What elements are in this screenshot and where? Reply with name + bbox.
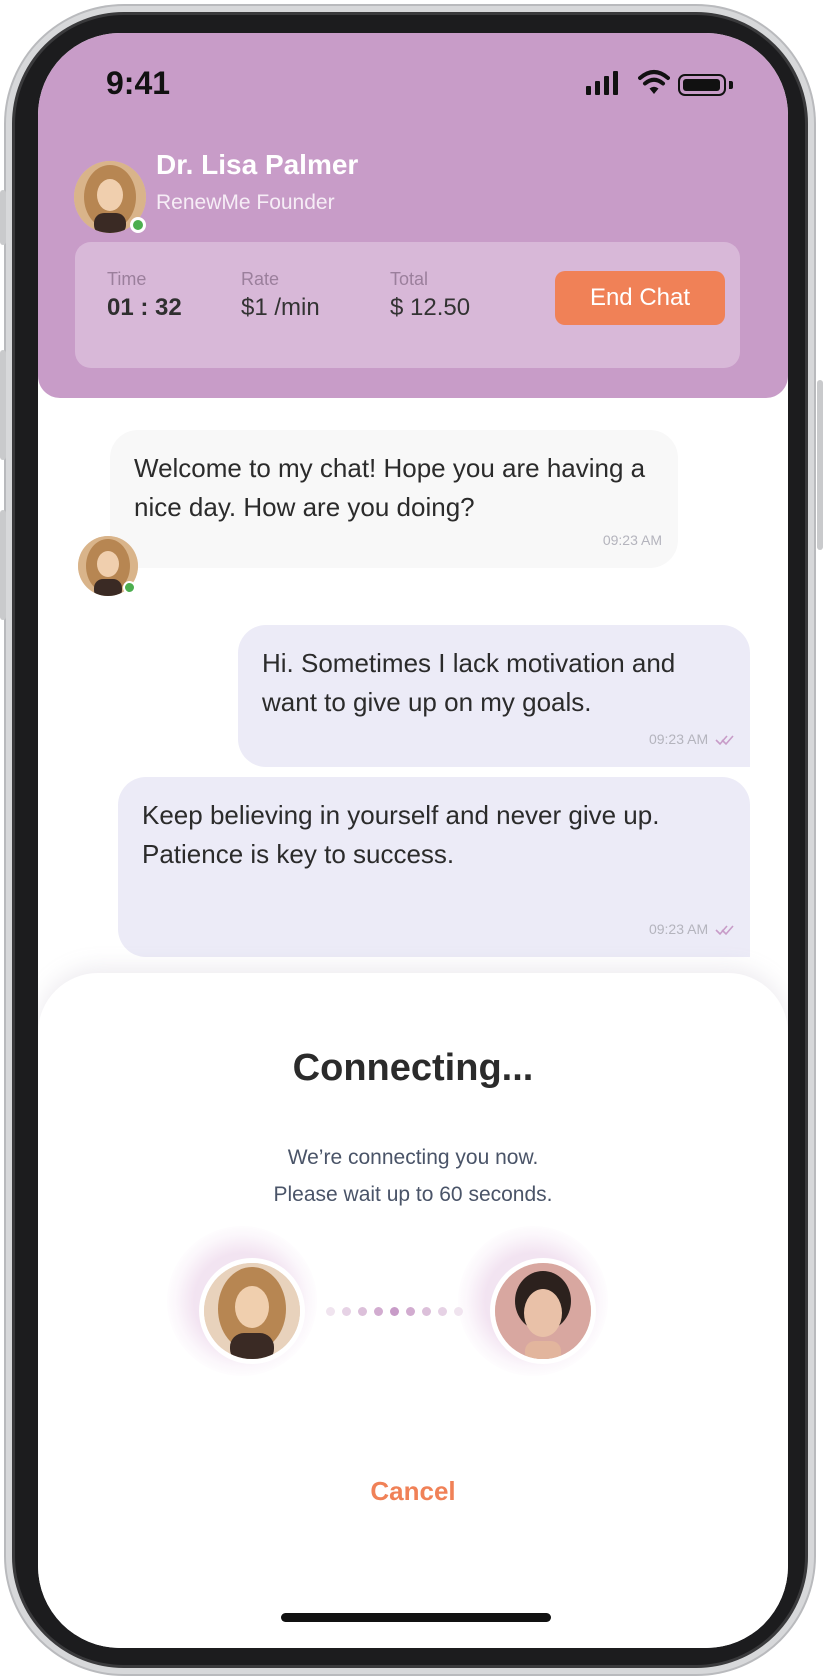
- online-status-dot: [123, 581, 136, 594]
- message-bubble-user: Hi. Sometimes I lack motivation and want…: [238, 625, 750, 767]
- end-chat-button[interactable]: End Chat: [555, 271, 725, 325]
- status-time: 9:41: [106, 65, 171, 101]
- battery-icon: [678, 74, 726, 96]
- volume-up-button: [0, 350, 6, 460]
- mute-switch: [0, 190, 6, 245]
- message-bubble-doctor: Welcome to my chat! Hope you are having …: [110, 430, 678, 568]
- session-stats-card: Time 01 : 32 Rate $1 /min Total $ 12.50 …: [75, 242, 740, 368]
- total-label: Total: [390, 269, 429, 289]
- volume-down-button: [0, 510, 6, 620]
- power-button: [817, 380, 823, 550]
- message-bubble-user: Keep believing in yourself and never giv…: [118, 777, 750, 957]
- message-time: 09:23 AM: [649, 720, 734, 759]
- home-indicator[interactable]: [281, 1613, 551, 1622]
- total-value: $ 12.50: [390, 294, 471, 321]
- status-icons: [586, 69, 736, 99]
- connecting-wait-note: Please wait up to 60 seconds.: [273, 1183, 553, 1206]
- double-check-icon: [715, 925, 734, 936]
- time-value: 01 : 32: [107, 294, 182, 321]
- rate-value: $1 /min: [241, 294, 320, 321]
- user-portrait-image: [495, 1263, 591, 1359]
- cancel-button[interactable]: Cancel: [38, 1476, 788, 1507]
- doctor-portrait-image: [204, 1263, 300, 1359]
- message-text: Welcome to my chat! Hope you are having …: [134, 453, 646, 522]
- connecting-sheet: Connecting... We’re connecting you now. …: [38, 973, 788, 1648]
- time-label: Time: [107, 269, 147, 289]
- message-text: Hi. Sometimes I lack motivation and want…: [262, 648, 676, 717]
- double-check-icon: [715, 735, 734, 746]
- doctor-name: Dr. Lisa Palmer: [156, 149, 359, 180]
- doctor-connect-avatar: [204, 1263, 300, 1359]
- connecting-message: We’re connecting you now.: [287, 1146, 539, 1169]
- connecting-title: Connecting...: [292, 1047, 534, 1089]
- message-time: 09:23 AM: [602, 532, 662, 548]
- message-time: 09:23 AM: [649, 910, 734, 949]
- message-text: Keep believing in yourself and never giv…: [142, 800, 660, 869]
- wifi-icon: [638, 70, 670, 94]
- battery-tip: [729, 81, 733, 89]
- rate-label: Rate: [241, 269, 280, 289]
- user-connect-avatar: [495, 1263, 591, 1359]
- doctor-role: RenewMe Founder: [156, 191, 335, 214]
- screen: 9:41 Dr. Lisa Palmer RenewMe Founder Tim…: [38, 33, 788, 1648]
- online-status-dot: [130, 217, 146, 233]
- chat-header: 9:41 Dr. Lisa Palmer RenewMe Founder Tim…: [38, 33, 788, 398]
